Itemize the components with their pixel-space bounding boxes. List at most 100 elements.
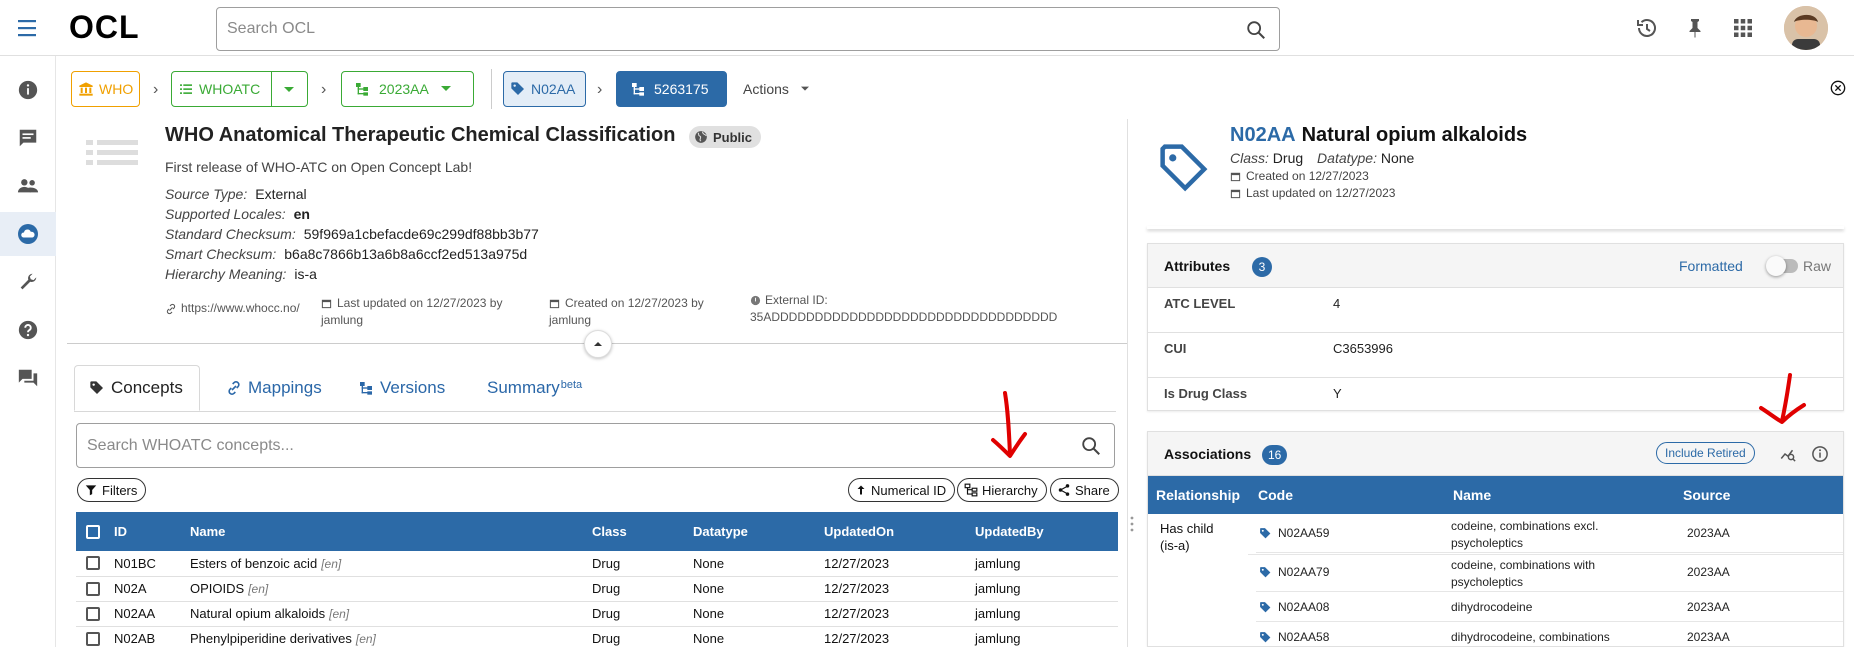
column-header-name[interactable]: Name <box>190 512 592 551</box>
collapse-header-button[interactable] <box>584 330 612 358</box>
assoc-code[interactable]: N02AA59 <box>1259 526 1329 540</box>
panel-splitter[interactable] <box>1127 119 1128 647</box>
actions-menu[interactable]: Actions <box>743 81 811 97</box>
breadcrumb-org[interactable]: WHO <box>71 71 140 107</box>
search-icon[interactable] <box>1245 19 1267 41</box>
tab-mappings[interactable]: Mappings <box>226 365 322 411</box>
calendar-icon <box>1230 188 1246 199</box>
table-row[interactable]: N02AB Phenylpiperidine derivatives [en] D… <box>76 626 1118 647</box>
concept-name: Natural opium alkaloids <box>1301 124 1528 146</box>
concept-updatedon-cell: 12/27/2023 <box>824 601 975 627</box>
hierarchy-icon <box>964 483 982 497</box>
concept-tag-icon <box>1157 141 1211 195</box>
row-checkbox[interactable] <box>86 556 100 571</box>
include-retired-button[interactable]: Include Retired <box>1656 442 1755 464</box>
version-tree-icon <box>354 81 370 97</box>
menu-icon[interactable] <box>16 17 40 39</box>
caret-down-icon[interactable] <box>439 84 453 94</box>
drag-handle-icon[interactable] <box>1129 516 1135 532</box>
globe-icon <box>694 130 708 144</box>
analytics-icon[interactable] <box>1779 445 1797 463</box>
filters-button[interactable]: Filters <box>77 478 147 502</box>
nav-people[interactable] <box>0 164 56 208</box>
concept-search[interactable] <box>76 423 1115 468</box>
table-row[interactable]: N01BC Esters of benzoic acid [en] Drug No… <box>76 551 1118 577</box>
concept-id-cell[interactable]: N02AB <box>114 626 190 647</box>
apps-grid-icon[interactable] <box>1731 16 1755 40</box>
concept-code[interactable]: N02AA <box>1230 124 1296 146</box>
nav-help[interactable] <box>0 308 56 352</box>
chevron-right-icon: › <box>321 81 327 98</box>
assoc-source: 2023AA <box>1687 600 1730 614</box>
app-logo[interactable]: OCL <box>69 9 140 46</box>
concept-id-cell[interactable]: N01BC <box>114 551 190 577</box>
concept-search-input[interactable] <box>87 425 1047 466</box>
raw-label[interactable]: Raw <box>1803 258 1831 274</box>
nav-cloud[interactable] <box>0 212 56 256</box>
attributes-count-badge: 3 <box>1252 257 1272 277</box>
breadcrumb-source[interactable]: WHOATC <box>171 71 308 107</box>
table-row[interactable]: N02AA Natural opium alkaloids [en] Drug N… <box>76 601 1118 627</box>
breadcrumb-concept-version[interactable]: 5263175 <box>616 71 727 107</box>
list-item[interactable]: N02AA59 codeine, combinations excl. psyc… <box>1256 514 1843 553</box>
info-icon[interactable] <box>1811 445 1829 463</box>
column-header-updatedon[interactable]: UpdatedOn <box>824 512 975 551</box>
row-checkbox[interactable] <box>86 631 100 646</box>
column-header-datatype[interactable]: Datatype <box>693 512 824 551</box>
list-item[interactable]: N02AA79 codeine, combinations with psych… <box>1256 553 1843 592</box>
link-icon <box>226 380 242 396</box>
pin-icon[interactable] <box>1683 16 1707 40</box>
tab-concepts[interactable]: Concepts <box>74 365 200 411</box>
list-item[interactable]: N02AA58 dihydrocodeine, combinations 202… <box>1256 622 1843 646</box>
source-list-icon <box>86 138 138 168</box>
caret-down-icon[interactable] <box>282 85 296 95</box>
table-header-row: Relationship Code Name Source <box>1148 476 1843 514</box>
select-all-checkbox[interactable] <box>86 524 100 539</box>
tab-summary[interactable]: Summary beta <box>487 365 582 411</box>
search-input[interactable] <box>227 9 1227 49</box>
website-link[interactable]: https://www.whocc.no/ <box>181 300 300 317</box>
format-toggle[interactable] <box>1766 256 1798 276</box>
tag-icon <box>510 81 526 97</box>
history-icon[interactable] <box>1635 16 1659 40</box>
close-icon[interactable] <box>1830 80 1846 96</box>
breadcrumb-version[interactable]: 2023AA <box>341 71 474 107</box>
hierarchy-button[interactable]: Hierarchy <box>957 478 1047 502</box>
row-checkbox[interactable] <box>86 606 100 621</box>
nav-forum[interactable] <box>0 356 56 400</box>
source-website[interactable]: https://www.whocc.no/ <box>165 300 300 317</box>
avatar[interactable] <box>1784 6 1828 50</box>
table-row[interactable]: N02A OPIOIDS [en] Drug None 12/27/2023 ja… <box>76 576 1118 602</box>
attributes-card: Attributes 3 Formatted Raw ATC LEVEL 4 CU… <box>1147 243 1844 411</box>
tab-versions[interactable]: Versions <box>358 365 445 411</box>
nav-tools[interactable] <box>0 260 56 304</box>
attributes-title: Attributes <box>1164 258 1231 274</box>
source-external-id: External ID: 35ADDDDDDDDDDDDDDDDDDDDDDDD… <box>750 293 1058 324</box>
assoc-code[interactable]: N02AA58 <box>1259 630 1329 644</box>
column-header-class[interactable]: Class <box>592 512 693 551</box>
column-header-updatedby[interactable]: UpdatedBy <box>975 512 1118 551</box>
institution-icon <box>78 81 94 97</box>
assoc-code[interactable]: N02AA08 <box>1259 600 1329 614</box>
list-item[interactable]: N02AA08 dihydrocodeine 2023AA <box>1256 592 1843 622</box>
assoc-code[interactable]: N02AA79 <box>1259 565 1329 579</box>
nav-info[interactable] <box>0 68 56 112</box>
formatted-label[interactable]: Formatted <box>1679 258 1743 274</box>
tag-icon <box>1260 601 1271 612</box>
row-checkbox[interactable] <box>86 581 100 596</box>
list-icon <box>178 81 194 97</box>
breadcrumb-concept[interactable]: N02AA <box>503 71 586 107</box>
global-search[interactable] <box>216 7 1280 51</box>
concept-id-cell[interactable]: N02A <box>114 576 190 602</box>
version-label: 2023AA <box>379 81 429 97</box>
nav-comments[interactable] <box>0 116 56 160</box>
share-icon <box>1057 483 1075 497</box>
concept-id-cell[interactable]: N02AA <box>114 601 190 627</box>
calendar-icon <box>549 298 560 309</box>
column-header-id[interactable]: ID <box>114 512 190 551</box>
numerical-id-button[interactable]: Numerical ID <box>848 478 956 502</box>
share-button[interactable]: Share <box>1050 478 1119 502</box>
left-nav <box>0 56 56 647</box>
search-icon[interactable] <box>1080 435 1102 457</box>
meta-standard-checksum: Standard Checksum: 59f969a1cbefacde69c299… <box>165 226 539 242</box>
